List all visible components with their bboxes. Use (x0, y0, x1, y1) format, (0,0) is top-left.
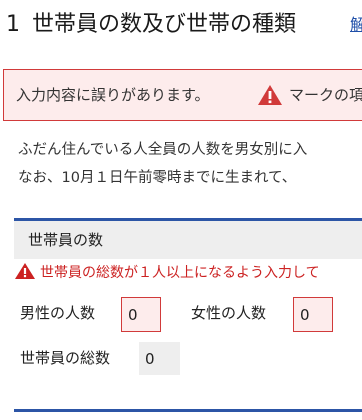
warning-triangle-icon (258, 85, 282, 105)
field-error-text: 世帯員の総数が１人以上になるよう入力して (40, 265, 320, 281)
panel-header: 世帯員の数 (14, 221, 362, 259)
total-count-display: 0 (139, 342, 180, 375)
total-count-label: 世帯員の総数 (20, 349, 111, 367)
panel-header-title: 世帯員の数 (28, 231, 104, 249)
male-count-input[interactable] (121, 297, 161, 332)
field-error-message: 世帯員の総数が１人以上になるよう入力して (14, 262, 320, 284)
intro-paragraph: ふだん住んでいる人全員の人数を男女別に入 なお、10月１日午前零時までに生まれて… (18, 136, 307, 192)
male-count-label: 男性の人数 (20, 304, 96, 322)
section-title: 1 世帯員の数及び世帯の種類 解 (6, 10, 362, 40)
panel-bottom-rule (14, 409, 362, 412)
error-banner: 入力内容に誤りがあります。 マークの項 (3, 69, 362, 121)
section-number: 1 (6, 12, 20, 37)
female-count-label: 女性の人数 (191, 304, 267, 322)
total-count-value: 0 (145, 350, 155, 368)
intro-line-1: ふだん住んでいる人全員の人数を男女別に入 (18, 142, 308, 158)
section-title-text: 世帯員の数及び世帯の種類 (32, 12, 297, 37)
help-link[interactable]: 解 (350, 10, 362, 40)
error-banner-mark-text: マークの項 (289, 86, 362, 104)
census-form-page: 1 世帯員の数及び世帯の種類 解 入力内容に誤りがあります。 マークの項 ふだん住… (0, 0, 362, 420)
warning-triangle-icon (15, 263, 35, 279)
error-banner-message: 入力内容に誤りがあります。 (16, 86, 210, 104)
intro-line-2: なお、10月１日午前零時までに生まれて、 (18, 170, 297, 186)
female-count-input[interactable] (293, 297, 333, 332)
